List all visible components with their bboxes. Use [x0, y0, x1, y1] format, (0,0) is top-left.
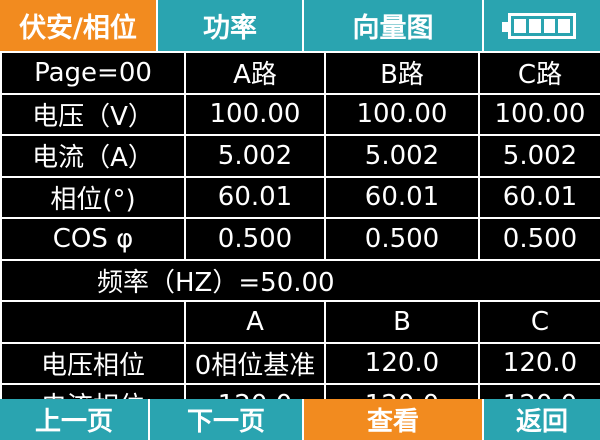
channel-header-row: Page=00 A路 B路 C路	[0, 51, 600, 95]
row-label: 电流（A）	[0, 134, 186, 178]
voltage-phase-a: 0相位基准	[184, 341, 326, 385]
phase-a: 60.01	[184, 175, 326, 219]
meter-screen: 伏安/相位 功率 向量图 Page=00 A路 B路 C路 电压（V） 100.…	[0, 0, 600, 440]
voltage-phase-c: 120.0	[478, 341, 600, 385]
voltage-phase-b: 120.0	[324, 341, 480, 385]
phase-b: 60.01	[324, 175, 480, 219]
phase-c: 60.01	[478, 175, 600, 219]
frequency-readout: 频率（HZ）=50.00	[0, 258, 600, 302]
tab-power[interactable]: 功率	[158, 0, 304, 51]
channel-c-header: C路	[478, 51, 600, 95]
row-label: 相位(°)	[0, 175, 186, 219]
channel-b-header: B路	[324, 51, 480, 95]
next-page-button[interactable]: 下一页	[150, 399, 304, 440]
cos-phi-a: 0.500	[184, 217, 326, 261]
tab-volt-amp-phase[interactable]: 伏安/相位	[0, 0, 158, 51]
phase-angle-row: 相位(°) 60.01 60.01 60.01	[0, 175, 600, 219]
battery-icon	[502, 12, 576, 39]
bottom-button-bar: 上一页 下一页 查看 返回	[0, 399, 600, 440]
empty-cell	[0, 300, 186, 344]
voltage-row: 电压（V） 100.00 100.00 100.00	[0, 92, 600, 136]
battery-indicator	[484, 0, 600, 51]
voltage-c: 100.00	[478, 92, 600, 136]
current-row: 电流（A） 5.002 5.002 5.002	[0, 134, 600, 178]
measurement-table: Page=00 A路 B路 C路 电压（V） 100.00 100.00 100…	[0, 51, 600, 427]
voltage-b: 100.00	[324, 92, 480, 136]
tab-vector-diagram[interactable]: 向量图	[304, 0, 484, 51]
phase-header-b: B	[324, 300, 480, 344]
row-label: 电压相位	[0, 341, 186, 385]
voltage-phase-row: 电压相位 0相位基准 120.0 120.0	[0, 341, 600, 385]
cos-phi-c: 0.500	[478, 217, 600, 261]
frequency-row: 频率（HZ）=50.00	[0, 258, 600, 302]
current-b: 5.002	[324, 134, 480, 178]
view-button[interactable]: 查看	[304, 399, 484, 440]
back-button[interactable]: 返回	[484, 399, 600, 440]
row-label: COS φ	[0, 217, 186, 261]
channel-a-header: A路	[184, 51, 326, 95]
cos-phi-b: 0.500	[324, 217, 480, 261]
voltage-a: 100.00	[184, 92, 326, 136]
current-c: 5.002	[478, 134, 600, 178]
top-tab-bar: 伏安/相位 功率 向量图	[0, 0, 600, 51]
page-number: Page=00	[0, 51, 186, 95]
row-label: 电压（V）	[0, 92, 186, 136]
current-a: 5.002	[184, 134, 326, 178]
prev-page-button[interactable]: 上一页	[0, 399, 150, 440]
power-factor-row: COS φ 0.500 0.500 0.500	[0, 217, 600, 261]
phase-header-row: A B C	[0, 300, 600, 344]
phase-header-c: C	[478, 300, 600, 344]
phase-header-a: A	[184, 300, 326, 344]
